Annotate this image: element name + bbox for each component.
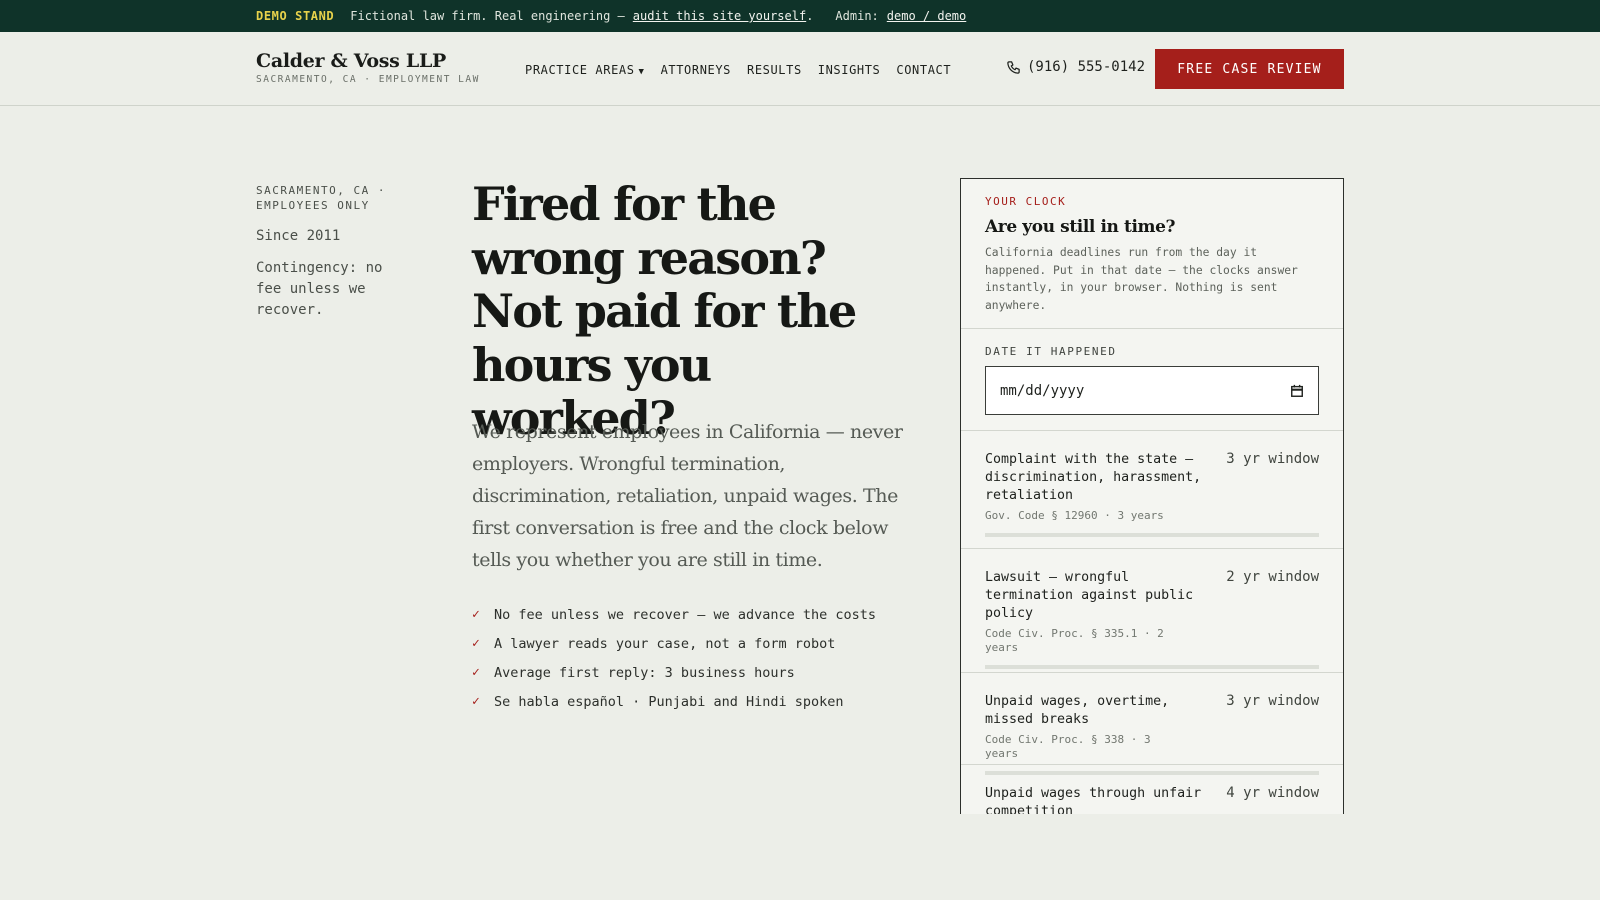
deadline-citation: Code Civ. Proc. § 338 · 3 years	[985, 733, 1151, 760]
deadline-title: Complaint with the state — discriminatio…	[985, 452, 1202, 503]
check-icon: ✓	[472, 636, 480, 651]
demo-text: Fictional law firm. Real engineering —	[350, 9, 625, 23]
deadline-window: 4 yr window	[1226, 785, 1319, 801]
deadline-row: Lawsuit — wrongful termination against p…	[961, 549, 1343, 673]
list-item: ✓ A lawyer reads your case, not a form ro…	[472, 629, 876, 658]
clock-description: California deadlines run from the day it…	[985, 246, 1298, 312]
deadline-progress-bar	[985, 533, 1319, 537]
deadline-citation: Code Civ. Proc. § 335.1 · 2 years	[985, 627, 1164, 654]
hero-lead: We represent employees in California — n…	[472, 421, 903, 571]
benefit-text: Se habla español · Punjabi and Hindi spo…	[494, 693, 844, 710]
deadline-clock-card: YOUR CLOCK Are you still in time? Califo…	[960, 178, 1344, 814]
list-item: ✓ No fee unless we recover — we advance t…	[472, 600, 876, 629]
nav-contact[interactable]: CONTACT	[896, 63, 951, 77]
date-section: DATE IT HAPPENED mm/dd/yyyy	[961, 329, 1343, 431]
deadline-title: Unpaid wages through unfair competition	[985, 786, 1202, 814]
clock-kicker: YOUR CLOCK	[985, 195, 1067, 208]
deadline-row: Unpaid wages through unfair competition …	[961, 765, 1343, 814]
main-nav: PRACTICE AREAS ▼ ATTORNEYS RESULTS INSIGH…	[525, 63, 951, 77]
calendar-icon[interactable]	[1290, 384, 1304, 398]
deadline-list: Complaint with the state — discriminatio…	[961, 431, 1343, 814]
demo-banner: DEMO STAND Fictional law firm. Real engi…	[0, 0, 1600, 32]
nav-practice-areas-label: PRACTICE AREAS	[525, 63, 635, 77]
brand-subtitle: SACRAMENTO, CA · EMPLOYMENT LAW	[256, 74, 480, 85]
admin-credentials-link[interactable]: demo / demo	[887, 9, 966, 23]
deadline-window: 2 yr window	[1226, 569, 1319, 585]
nav-attorneys[interactable]: ATTORNEYS	[661, 63, 731, 77]
demo-tag: DEMO STAND	[256, 9, 335, 23]
phone-icon	[1007, 60, 1020, 74]
check-icon: ✓	[472, 694, 480, 709]
date-input[interactable]: mm/dd/yyyy	[985, 366, 1319, 415]
deadline-citation: Gov. Code § 12960 · 3 years	[985, 509, 1164, 522]
meta-location-line1: SACRAMENTO, CA ·	[256, 184, 386, 197]
free-case-review-button[interactable]: FREE CASE REVIEW	[1155, 49, 1344, 89]
deadline-progress-bar	[985, 665, 1319, 669]
meta-since: Since 2011	[256, 228, 341, 244]
check-icon: ✓	[472, 665, 480, 680]
phone-number: (916) 555-0142	[1027, 59, 1146, 75]
brand-name: Calder & Voss LLP	[256, 50, 447, 72]
clock-title: Are you still in time?	[985, 217, 1176, 237]
meta-location: SACRAMENTO, CA · EMPLOYEES ONLY	[256, 183, 416, 213]
clock-header: YOUR CLOCK Are you still in time? Califo…	[961, 179, 1343, 329]
benefit-text: A lawyer reads your case, not a form rob…	[494, 635, 836, 652]
list-item: ✓ Se habla español · Punjabi and Hindi sp…	[472, 687, 876, 716]
chevron-down-icon: ▼	[638, 67, 645, 77]
deadline-title: Lawsuit — wrongful termination against p…	[985, 570, 1194, 621]
check-icon: ✓	[472, 607, 480, 622]
date-label: DATE IT HAPPENED	[985, 345, 1117, 358]
hero-title: Fired for the wrong reason? Not paid for…	[472, 177, 857, 445]
nav-insights[interactable]: INSIGHTS	[818, 63, 881, 77]
list-item: ✓ Average first reply: 3 business hours	[472, 658, 876, 687]
phone-link[interactable]: (916) 555-0142	[1006, 59, 1145, 75]
benefit-text: Average first reply: 3 business hours	[494, 664, 795, 681]
deadline-title: Unpaid wages, overtime, missed breaks	[985, 694, 1170, 727]
meta-location-line2: EMPLOYEES ONLY	[256, 199, 370, 212]
benefit-text: No fee unless we recover — we advance th…	[494, 606, 877, 623]
date-placeholder: mm/dd/yyyy	[1000, 382, 1085, 399]
deadline-row: Complaint with the state — discriminatio…	[961, 431, 1343, 549]
meta-column: SACRAMENTO, CA · EMPLOYEES ONLY Since 20…	[256, 183, 416, 321]
benefits-list: ✓ No fee unless we recover — we advance t…	[472, 600, 876, 716]
deadline-window: 3 yr window	[1226, 693, 1319, 709]
meta-fee: Contingency: no fee unless we recover.	[256, 260, 383, 318]
deadline-row: Unpaid wages, overtime, missed breaks 3 …	[961, 673, 1343, 775]
brand[interactable]: Calder & Voss LLP SACRAMENTO, CA · EMPLO…	[256, 50, 480, 85]
audit-link[interactable]: audit this site yourself	[633, 9, 806, 23]
demo-period: .	[806, 9, 814, 23]
nav-practice-areas[interactable]: PRACTICE AREAS ▼	[525, 63, 645, 77]
nav-results[interactable]: RESULTS	[747, 63, 802, 77]
admin-label: Admin:	[835, 9, 879, 23]
deadline-window: 3 yr window	[1226, 451, 1319, 467]
site-header: Calder & Voss LLP SACRAMENTO, CA · EMPLO…	[0, 32, 1600, 106]
